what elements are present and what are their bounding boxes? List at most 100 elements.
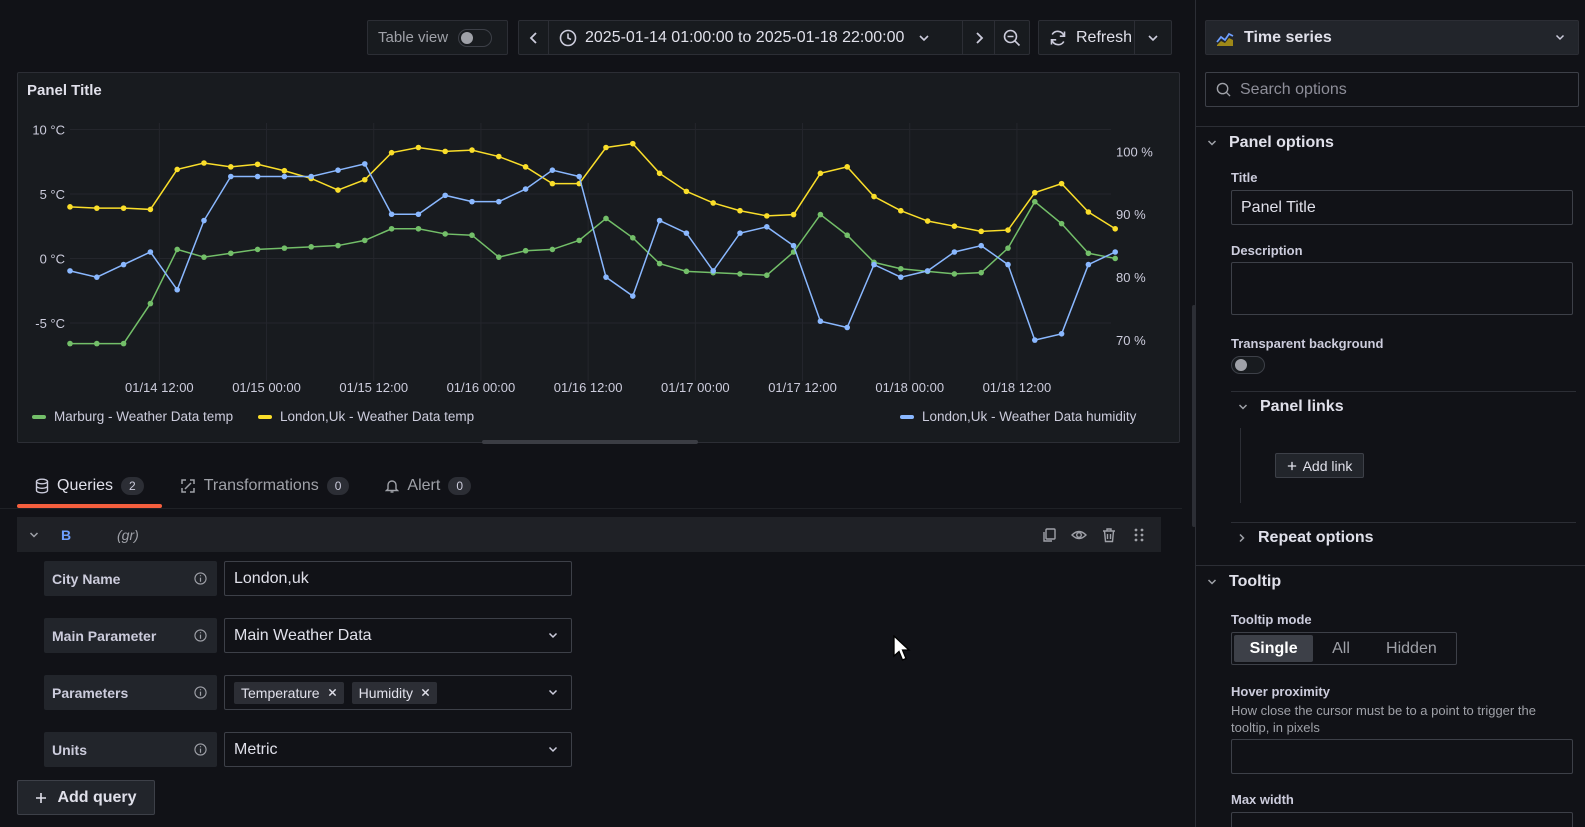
plus-icon [36,792,47,803]
panel-links-section-toggle[interactable]: Panel links [1238,398,1344,416]
panel-edit-toolbar: Table view 2025-01-14 01:00:00 to 2025-0… [0,20,1172,55]
remove-chip-icon[interactable] [421,688,430,697]
tab-queries[interactable]: Queries 2 [17,468,162,508]
search-options-input[interactable]: Search options [1205,72,1579,107]
data-point [683,188,690,195]
x-axis-tick-label: 01/16 00:00 [447,380,516,395]
description-textarea[interactable] [1231,262,1573,315]
max-width-input[interactable] [1231,812,1573,827]
chevron-right-icon [1239,533,1245,543]
time-picker-group: 2025-01-14 01:00:00 to 2025-01-18 22:00:… [518,20,1030,55]
collapse-chevron-icon[interactable] [29,528,39,542]
legend-item-london-humidity[interactable]: London,Uk - Weather Data humidity [900,409,1136,424]
time-forward-button[interactable] [963,21,995,54]
data-point [67,340,73,347]
data-point [228,164,234,170]
data-point [924,268,931,274]
panel-title-input[interactable]: Panel Title [1231,190,1573,225]
data-point [576,237,582,244]
data-point [1005,227,1011,233]
remove-chip-icon[interactable] [328,688,337,697]
legend-label: London,Uk - Weather Data temp [280,409,475,424]
duplicate-icon[interactable] [1041,527,1057,543]
clock-icon [559,29,577,46]
info-icon[interactable] [194,743,207,756]
tooltip-mode-all[interactable]: All [1315,635,1367,662]
data-point [496,153,502,160]
refresh-interval-dropdown[interactable] [1135,21,1171,54]
repeat-options-section-toggle[interactable]: Repeat options [1238,529,1374,547]
data-point [469,147,475,153]
field-label: City Name [44,561,217,596]
table-view-toggle[interactable]: Table view [367,20,508,55]
data-point [630,140,636,147]
data-point [201,254,207,260]
data-point [630,235,636,241]
data-point [630,293,636,299]
search-placeholder: Search options [1240,80,1347,98]
legend-item-london-temp[interactable]: London,Uk - Weather Data temp [258,409,474,424]
data-point [254,246,261,253]
tooltip-mode-hidden[interactable]: Hidden [1369,635,1454,662]
refresh-icon [1050,30,1066,45]
series-line-1 [69,142,1116,233]
data-point [1112,255,1118,262]
query-ref-id[interactable]: B [61,527,71,543]
legend-item-marburg-temp[interactable]: Marburg - Weather Data temp [32,409,233,424]
panel-options-section-toggle[interactable]: Panel options [1207,134,1334,152]
hover-proximity-input[interactable] [1231,739,1573,774]
tooltip-mode-single[interactable]: Single [1234,635,1314,662]
data-point [94,205,100,211]
panel-resize-handle[interactable] [482,440,698,444]
tooltip-section-toggle[interactable]: Tooltip [1207,573,1281,591]
add-link-button[interactable]: Add link [1275,453,1364,478]
data-point [764,213,770,219]
section-divider [1196,126,1585,127]
add-link-label: Add link [1302,457,1353,474]
tab-alert[interactable]: Alert 0 [367,468,489,504]
main-parameter-select[interactable]: Main Weather Data [224,618,572,653]
data-point [362,176,368,183]
data-point [764,224,770,230]
data-point [1085,209,1092,215]
time-range-picker[interactable]: 2025-01-14 01:00:00 to 2025-01-18 22:00:… [549,21,963,54]
data-point [94,274,100,280]
main-parameter-value: Main Weather Data [234,626,372,644]
legend-swatch [32,414,46,419]
hover-proximity-label: Hover proximity [1231,684,1330,699]
chevron-down-icon [1207,140,1217,146]
refresh-button[interactable]: Refresh [1039,21,1135,54]
eye-icon[interactable] [1071,527,1087,543]
tab-count-badge: 0 [326,477,350,495]
data-point [335,167,341,173]
query-row-header[interactable]: B (gr) [17,517,1161,552]
zoom-out-button[interactable] [995,21,1029,54]
parameters-multiselect[interactable]: Temperature Humidity [224,675,572,710]
nested-indent-line [1240,428,1241,503]
data-point [603,215,609,222]
x-axis-tick-label: 01/18 00:00 [875,380,944,395]
transparent-bg-switch[interactable] [1231,356,1265,374]
city-name-input[interactable]: London,uk [224,561,572,596]
panel-title-value: Panel Title [1241,198,1316,216]
units-select[interactable]: Metric [224,732,572,767]
query-datasource: (gr) [117,526,139,543]
drag-handle-icon[interactable] [1131,527,1147,543]
bell-icon [385,480,400,493]
info-icon[interactable] [194,686,207,699]
time-back-button[interactable] [519,21,549,54]
tab-transformations[interactable]: Transformations 0 [162,468,368,504]
add-query-button[interactable]: Add query [17,780,155,815]
data-point [898,207,904,214]
info-icon[interactable] [194,629,207,642]
city-name-value: London,uk [234,569,309,587]
data-point [898,274,904,280]
data-point [1032,189,1038,196]
visualization-picker[interactable]: Time series [1205,20,1579,55]
chevron-down-icon [1148,34,1158,41]
info-icon[interactable] [194,572,207,585]
trash-icon[interactable] [1101,527,1117,543]
data-point [951,249,958,255]
data-point [67,204,73,210]
table-view-switch[interactable] [458,28,493,47]
